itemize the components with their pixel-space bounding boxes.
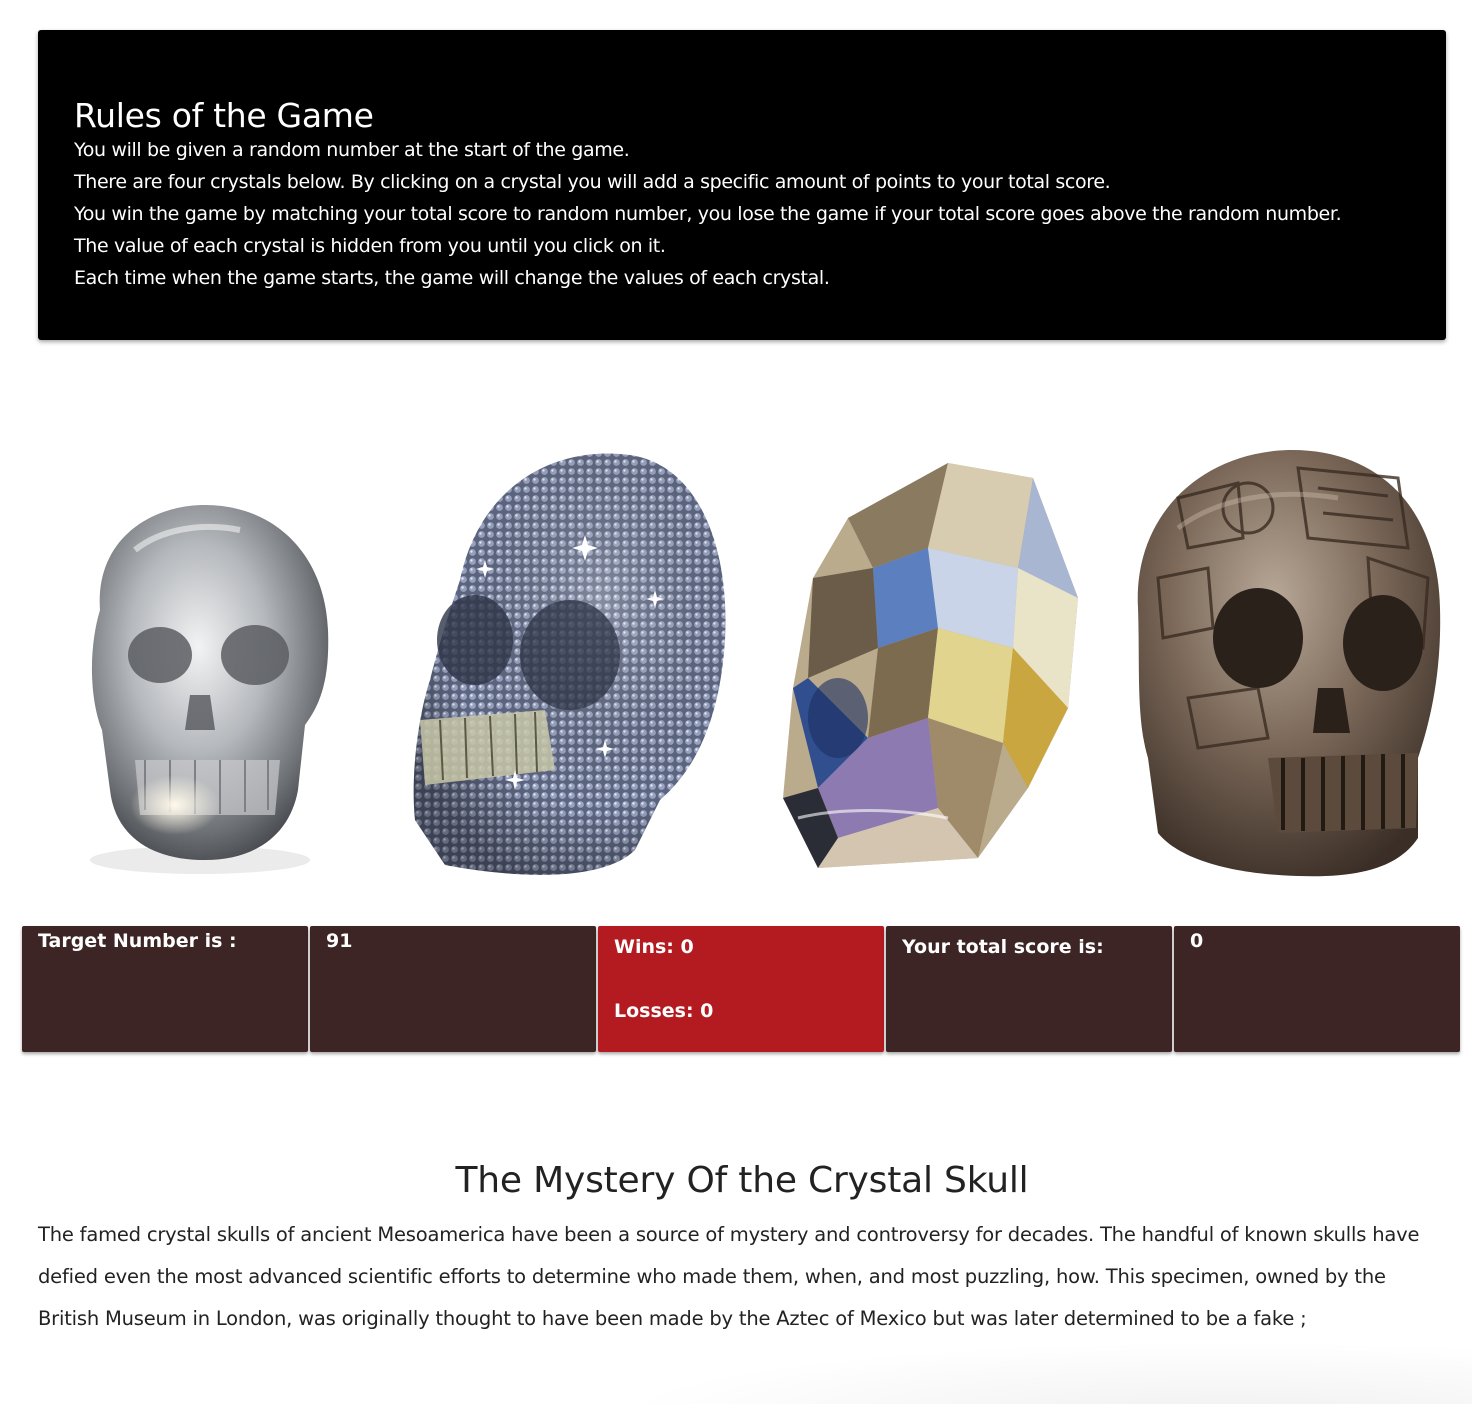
total-score: 0: [1190, 930, 1204, 952]
aztec-bronze-skull-icon[interactable]: [1118, 438, 1448, 878]
target-label-cell: Target Number is :: [22, 926, 308, 1052]
scoreboard: Target Number is : 91 Wins: 0 Losses: 0 …: [22, 926, 1462, 1052]
rules-line: There are four crystals below. By clicki…: [74, 171, 1111, 193]
score-label: Your total score is:: [902, 936, 1104, 958]
rules-panel: Rules of the Game You will be given a ra…: [38, 30, 1446, 340]
losses-count: Losses: 0: [614, 1000, 714, 1022]
rules-line: You will be given a random number at the…: [74, 139, 630, 161]
clear-quartz-skull-icon[interactable]: [40, 460, 340, 890]
score-value-cell: 0: [1174, 926, 1460, 1052]
mystery-title: The Mystery Of the Crystal Skull: [455, 1160, 1029, 1201]
score-label-cell: Your total score is:: [886, 926, 1172, 1052]
crystal-row: [0, 430, 1472, 880]
rules-list: You will be given a random number at the…: [74, 134, 1342, 294]
rules-title: Rules of the Game: [74, 96, 374, 135]
record-cell: Wins: 0 Losses: 0: [598, 926, 884, 1052]
wins-count: Wins: 0: [614, 936, 694, 958]
faceted-crystal-skull-icon[interactable]: [778, 458, 1088, 870]
rhinestone-skull-icon[interactable]: [405, 440, 735, 880]
rules-line: You win the game by matching your total …: [74, 203, 1342, 225]
target-number: 91: [326, 930, 353, 952]
target-value-cell: 91: [310, 926, 596, 1052]
rules-line: Each time when the game starts, the game…: [74, 267, 830, 289]
rules-line: The value of each crystal is hidden from…: [74, 235, 666, 257]
mystery-paragraph: The famed crystal skulls of ancient Meso…: [38, 1223, 1420, 1330]
target-label: Target Number is :: [38, 930, 237, 952]
bottom-shadow: [600, 1340, 1472, 1404]
